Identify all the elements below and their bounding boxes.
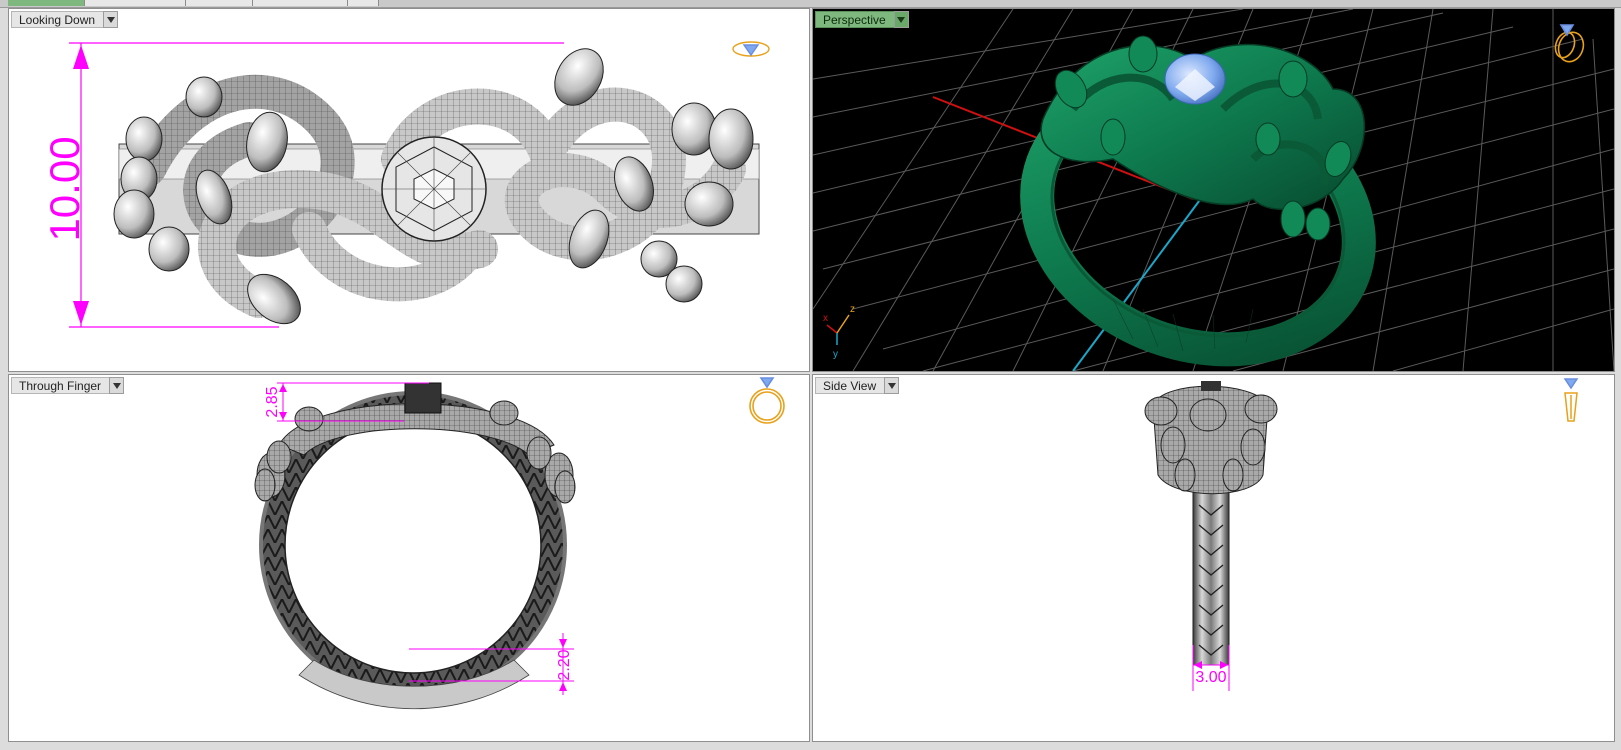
dimension-value: 10.00 [41,136,88,241]
viewport-perspective[interactable]: x z y Perspective [812,8,1615,372]
top-tab[interactable] [186,0,253,6]
viewport-title[interactable]: Looking Down [11,11,104,28]
axis-label-x: x [823,313,828,324]
viewport-label-looking-down[interactable]: Looking Down [11,11,119,28]
dropdown-arrow-icon[interactable] [893,11,909,28]
viewport-label-through-finger[interactable]: Through Finger [11,377,125,394]
ring-head-side [1144,385,1278,495]
top-tab[interactable] [85,0,186,6]
ring-nav-icon[interactable] [749,377,785,424]
viewport-through-finger[interactable]: 2.85 2.20 Through Finger [8,374,810,742]
axis-label-y: y [833,349,838,360]
viewport-side-view[interactable]: 3.00 Side View [812,374,1615,742]
looking-down-canvas[interactable]: 10.00 [9,9,809,371]
axis-label-z: z [850,304,855,315]
dimension-top-value: 2.85 [264,386,281,417]
top-tab[interactable] [348,0,379,6]
dropdown-arrow-icon[interactable] [109,377,125,394]
dimension-width-value: 3.00 [1195,669,1226,686]
dimension-bottom-value: 2.20 [556,649,573,680]
viewport-title[interactable]: Through Finger [11,377,110,394]
viewport-label-perspective[interactable]: Perspective [815,11,909,28]
viewport-label-side-view[interactable]: Side View [815,377,900,394]
ring-band-inner [284,416,542,674]
viewport-title[interactable]: Perspective [815,11,894,28]
through-finger-canvas[interactable]: 2.85 2.20 [9,375,809,741]
viewport-title[interactable]: Side View [815,377,885,394]
axis-triad: x z y [823,304,855,360]
ring-nav-icon[interactable] [1563,378,1579,422]
perspective-canvas[interactable]: x z y [813,9,1614,371]
viewport-looking-down[interactable]: 10.00 Looking Down [8,8,810,372]
center-gem [381,136,487,242]
top-tab-strip [0,0,1621,8]
side-view-canvas[interactable]: 3.00 [813,375,1614,741]
dropdown-arrow-icon[interactable] [884,377,900,394]
top-tab[interactable] [253,0,348,6]
top-tab[interactable] [8,0,85,6]
dropdown-arrow-icon[interactable] [103,11,119,28]
gem-nav-icon[interactable] [732,41,770,57]
